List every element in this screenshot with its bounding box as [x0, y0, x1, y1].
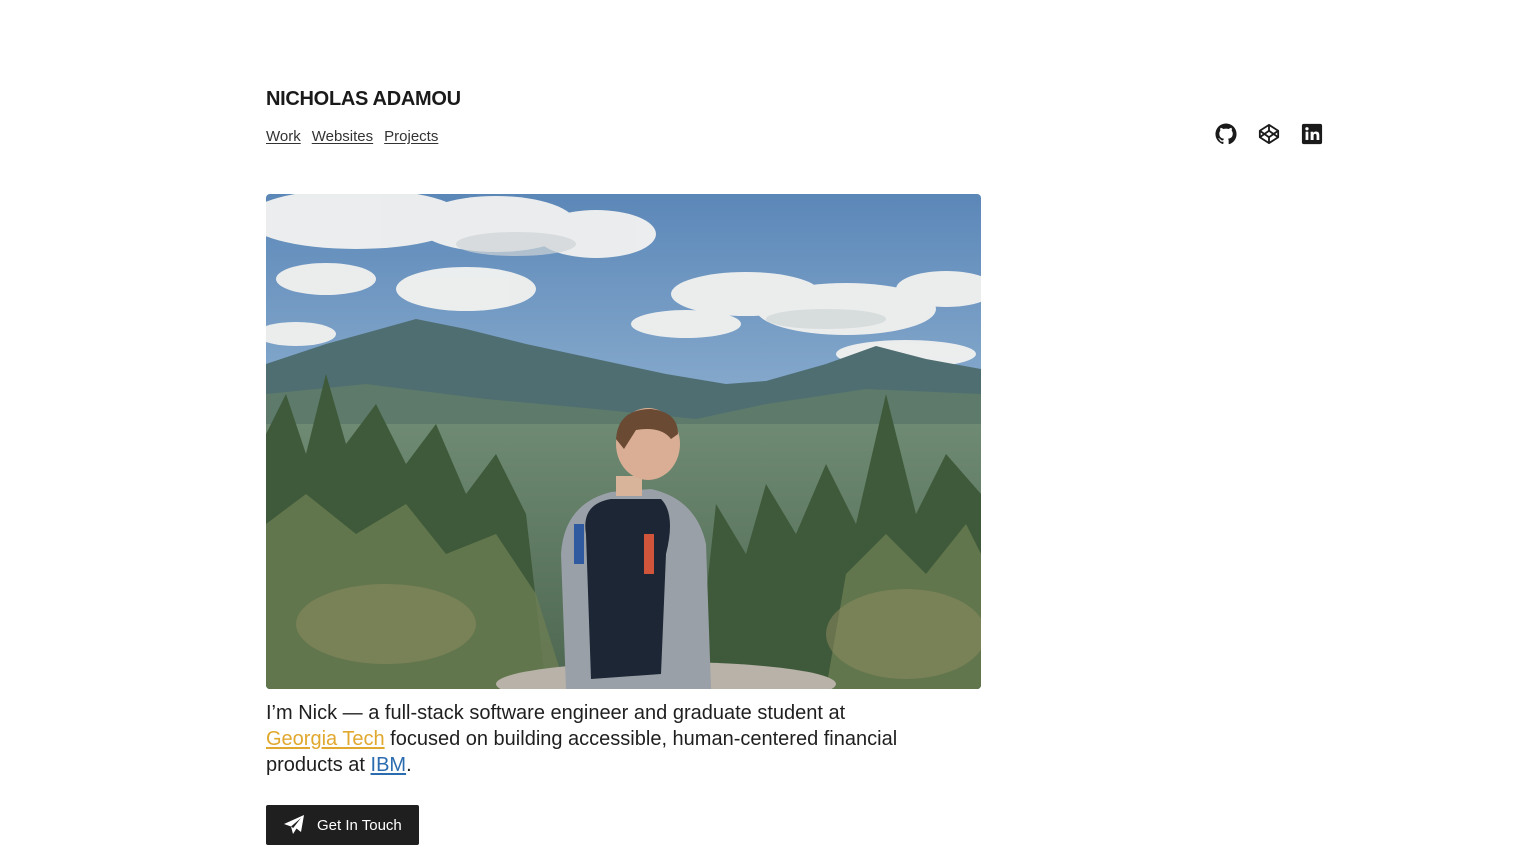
codepen-icon [1258, 123, 1280, 145]
intro-text-start: I’m Nick — a full-stack software enginee… [266, 702, 846, 724]
nav-link-websites[interactable]: Websites [312, 128, 373, 145]
site-title[interactable]: NICHOLAS ADAMOU [266, 88, 461, 111]
intro-text-end: . [406, 754, 412, 776]
social-links [1215, 123, 1323, 145]
github-link[interactable] [1215, 123, 1237, 145]
main-nav: Work Websites Projects [266, 128, 438, 145]
get-in-touch-label: Get In Touch [317, 816, 402, 834]
linkedin-link[interactable] [1301, 123, 1323, 145]
page-container: NICHOLAS ADAMOU Work Websites Projects I… [266, 0, 1323, 850]
nav-link-projects[interactable]: Projects [384, 128, 438, 145]
linkedin-icon [1301, 123, 1323, 145]
intro-paragraph: I’m Nick — a full-stack software enginee… [266, 700, 916, 778]
nav-link-work[interactable]: Work [266, 128, 301, 145]
github-icon [1215, 123, 1237, 145]
get-in-touch-button[interactable]: Get In Touch [266, 805, 419, 845]
hero-image [266, 194, 981, 689]
ibm-link[interactable]: IBM [371, 754, 407, 776]
paper-plane-icon [284, 815, 304, 834]
mountain-hiker-photo [266, 194, 981, 689]
codepen-link[interactable] [1258, 123, 1280, 145]
georgia-tech-link[interactable]: Georgia Tech [266, 728, 385, 750]
